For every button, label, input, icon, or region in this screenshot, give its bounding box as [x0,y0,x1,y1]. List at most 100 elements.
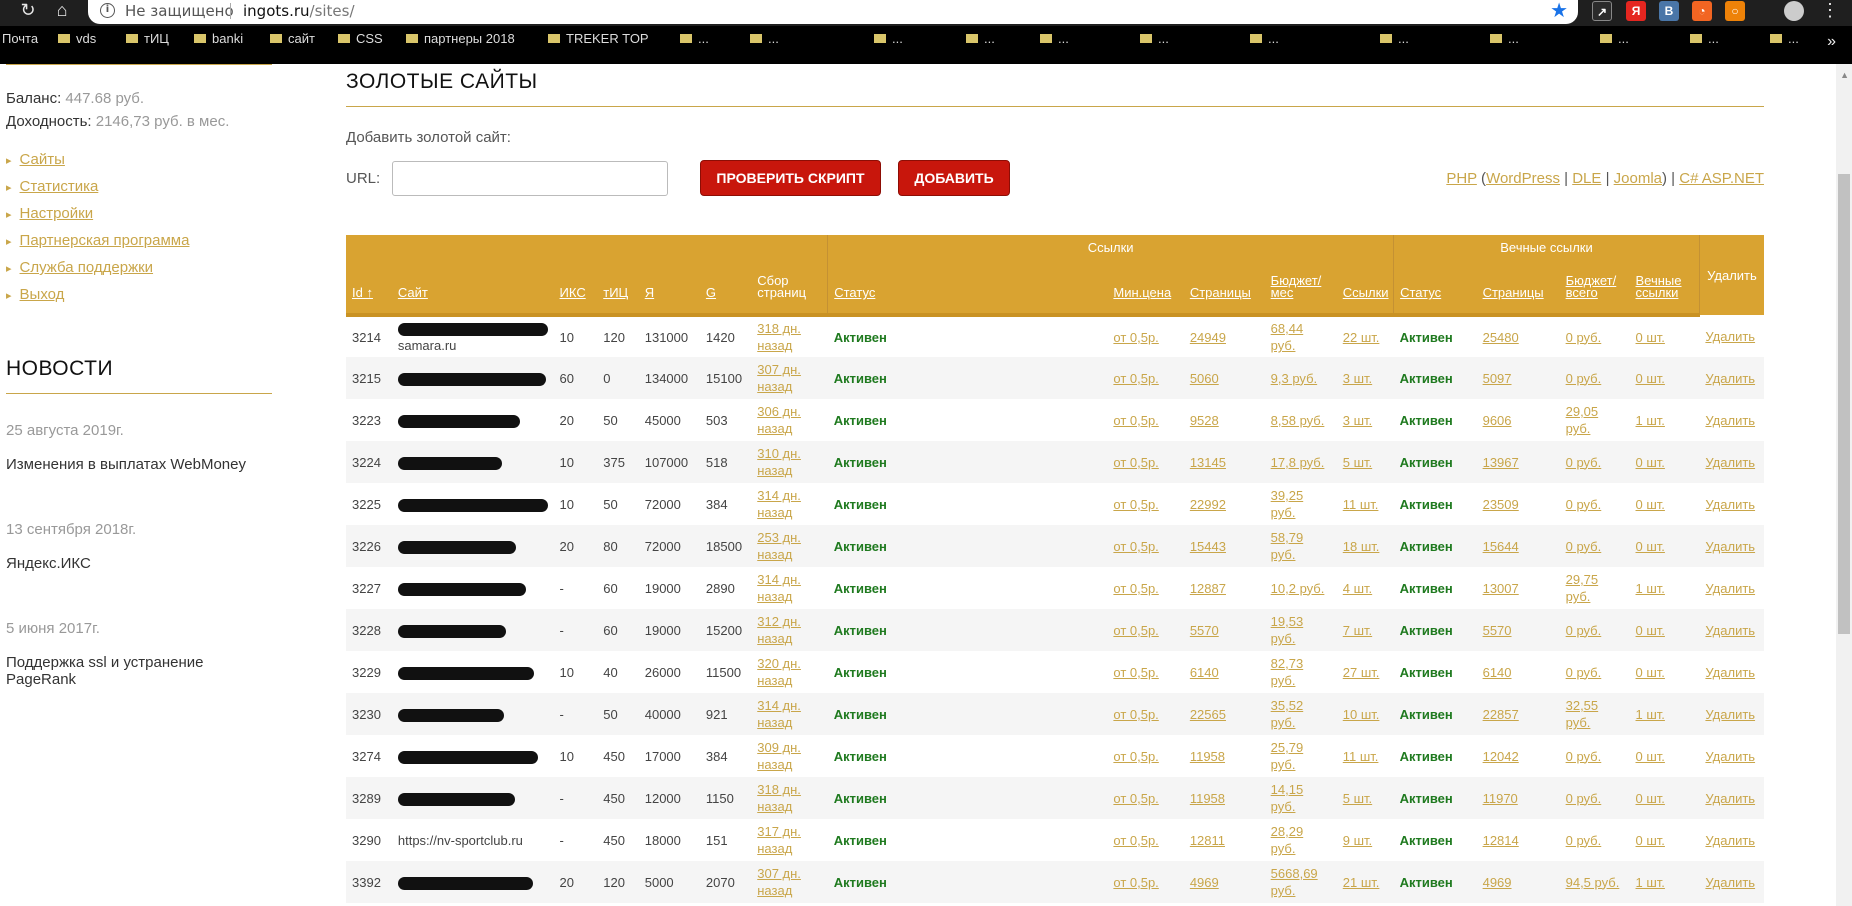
bookmark-item[interactable]: ... [1690,31,1719,46]
address-bar[interactable]: i Не защищено ingots.ru/sites/ ★ [88,0,1578,24]
pages-link[interactable]: 11958 [1190,749,1225,764]
bookmark-item[interactable]: партнеры 2018 [406,31,515,46]
budget-link[interactable]: 9,3 руб. [1271,371,1317,386]
links-link[interactable]: 7 шт. [1343,623,1372,638]
aspnet-link[interactable]: C# ASP.NET [1679,170,1764,187]
scroll-up-icon[interactable]: ▲ [1840,70,1849,80]
eternal-pages-link[interactable]: 15644 [1483,539,1519,554]
budget-link[interactable]: 5668,69 руб. [1271,866,1318,898]
minprice-link[interactable]: от 0,5р. [1113,497,1158,512]
eternal-budget-link[interactable]: 32,55 руб. [1566,698,1599,730]
collect-link[interactable]: 314 дн. назад [757,572,801,604]
minprice-link[interactable]: от 0,5р. [1113,791,1158,806]
links-link[interactable]: 5 шт. [1343,455,1372,470]
eternal-budget-link[interactable]: 0 руб. [1566,539,1602,554]
eternal-budget-link[interactable]: 29,05 руб. [1566,404,1599,436]
collect-link[interactable]: 306 дн. назад [757,404,801,436]
rss-extension-icon[interactable]: ◔ [1692,1,1712,21]
collect-link[interactable]: 318 дн. назад [757,321,801,353]
sidebar-link-support[interactable]: Служба поддержки [20,259,154,276]
links-link[interactable]: 11 шт. [1343,497,1379,512]
budget-link[interactable]: 82,73 руб. [1271,656,1304,688]
pages-link[interactable]: 24949 [1190,330,1226,345]
sidebar-link-logout[interactable]: Выход [20,286,65,303]
budget-link[interactable]: 17,8 руб. [1271,455,1325,470]
yandex-extension-icon[interactable]: Я [1626,1,1646,21]
eternal-pages-link[interactable]: 11970 [1483,791,1518,806]
delete-link[interactable]: Удалить [1705,413,1755,428]
eternal-pages-link[interactable]: 9606 [1483,413,1512,428]
budget-link[interactable]: 28,29 руб. [1271,824,1304,856]
bookmark-item[interactable]: TREKER TOP [548,31,649,46]
pages-link[interactable]: 22992 [1190,497,1226,512]
eternal-budget-link[interactable]: 0 руб. [1566,497,1602,512]
budget-link[interactable]: 19,53 руб. [1271,614,1304,646]
pages-link[interactable]: 15443 [1190,539,1226,554]
bookmark-item[interactable]: ... [680,31,709,46]
budget-link[interactable]: 10,2 руб. [1271,581,1325,596]
eternal-links-link[interactable]: 0 шт. [1636,455,1665,470]
bookmark-item[interactable]: ... [966,31,995,46]
minprice-link[interactable]: от 0,5р. [1113,455,1158,470]
budget-link[interactable]: 14,15 руб. [1271,782,1304,814]
links-link[interactable]: 11 шт. [1343,749,1379,764]
links-link[interactable]: 22 шт. [1343,330,1380,345]
collect-link[interactable]: 312 дн. назад [757,614,801,646]
bookmark-star-icon[interactable]: ★ [1550,0,1568,21]
pages-link[interactable]: 13145 [1190,455,1226,470]
collect-link[interactable]: 314 дн. назад [757,698,801,730]
minprice-link[interactable]: от 0,5р. [1113,707,1158,722]
bookmark-item[interactable]: vds [58,31,96,46]
delete-link[interactable]: Удалить [1705,833,1755,848]
links-link[interactable]: 3 шт. [1343,413,1372,428]
extension-icon[interactable]: ↗ [1592,1,1612,21]
collect-link[interactable]: 317 дн. назад [757,824,801,856]
pages-link[interactable]: 4969 [1190,875,1219,890]
eternal-links-link[interactable]: 0 шт. [1636,791,1665,806]
wordpress-link[interactable]: WordPress [1486,170,1560,187]
delete-link[interactable]: Удалить [1705,791,1755,806]
links-link[interactable]: 27 шт. [1343,665,1380,680]
collect-link[interactable]: 307 дн. назад [757,866,801,898]
eternal-links-link[interactable]: 0 шт. [1636,665,1665,680]
eternal-pages-link[interactable]: 12814 [1483,833,1519,848]
eternal-budget-link[interactable]: 29,75 руб. [1566,572,1599,604]
sidebar-link-settings[interactable]: Настройки [20,205,94,222]
minprice-link[interactable]: от 0,5р. [1113,749,1158,764]
bookmark-item[interactable]: ... [1600,31,1629,46]
bookmark-item[interactable]: ... [1140,31,1169,46]
eternal-links-link[interactable]: 1 шт. [1636,875,1665,890]
budget-link[interactable]: 35,52 руб. [1271,698,1304,730]
delete-link[interactable]: Удалить [1705,539,1755,554]
delete-link[interactable]: Удалить [1705,371,1755,386]
eternal-pages-link[interactable]: 6140 [1483,665,1512,680]
bookmark-item[interactable]: ... [1770,31,1799,46]
eternal-links-link[interactable]: 1 шт. [1636,581,1665,596]
bookmark-item[interactable]: banki [194,31,243,46]
pages-link[interactable]: 5060 [1190,371,1219,386]
delete-link[interactable]: Удалить [1705,623,1755,638]
bookmark-item[interactable]: ... [874,31,903,46]
eternal-pages-link[interactable]: 13967 [1483,455,1519,470]
eternal-links-link[interactable]: 0 шт. [1636,497,1665,512]
bookmark-item[interactable]: сайт [270,31,315,46]
avatar[interactable] [1784,1,1804,21]
eternal-budget-link[interactable]: 0 руб. [1566,455,1602,470]
delete-link[interactable]: Удалить [1705,455,1755,470]
eternal-budget-link[interactable]: 0 руб. [1566,330,1602,345]
links-link[interactable]: 3 шт. [1343,371,1372,386]
pages-link[interactable]: 12887 [1190,581,1226,596]
collect-link[interactable]: 314 дн. назад [757,488,801,520]
eternal-budget-link[interactable]: 0 руб. [1566,665,1602,680]
links-link[interactable]: 5 шт. [1343,791,1372,806]
sidebar-link-statistics[interactable]: Статистика [20,178,99,195]
pages-link[interactable]: 12811 [1190,833,1225,848]
eternal-pages-link[interactable]: 25480 [1483,330,1519,345]
news-text[interactable]: Поддержка ssl и устранение PageRank [6,654,272,688]
sidebar-link-partner[interactable]: Партнерская программа [20,232,190,249]
eternal-links-link[interactable]: 0 шт. [1636,330,1665,345]
collect-link[interactable]: 320 дн. назад [757,656,801,688]
pages-link[interactable]: 5570 [1190,623,1219,638]
pages-link[interactable]: 22565 [1190,707,1226,722]
eternal-pages-link[interactable]: 4969 [1483,875,1512,890]
